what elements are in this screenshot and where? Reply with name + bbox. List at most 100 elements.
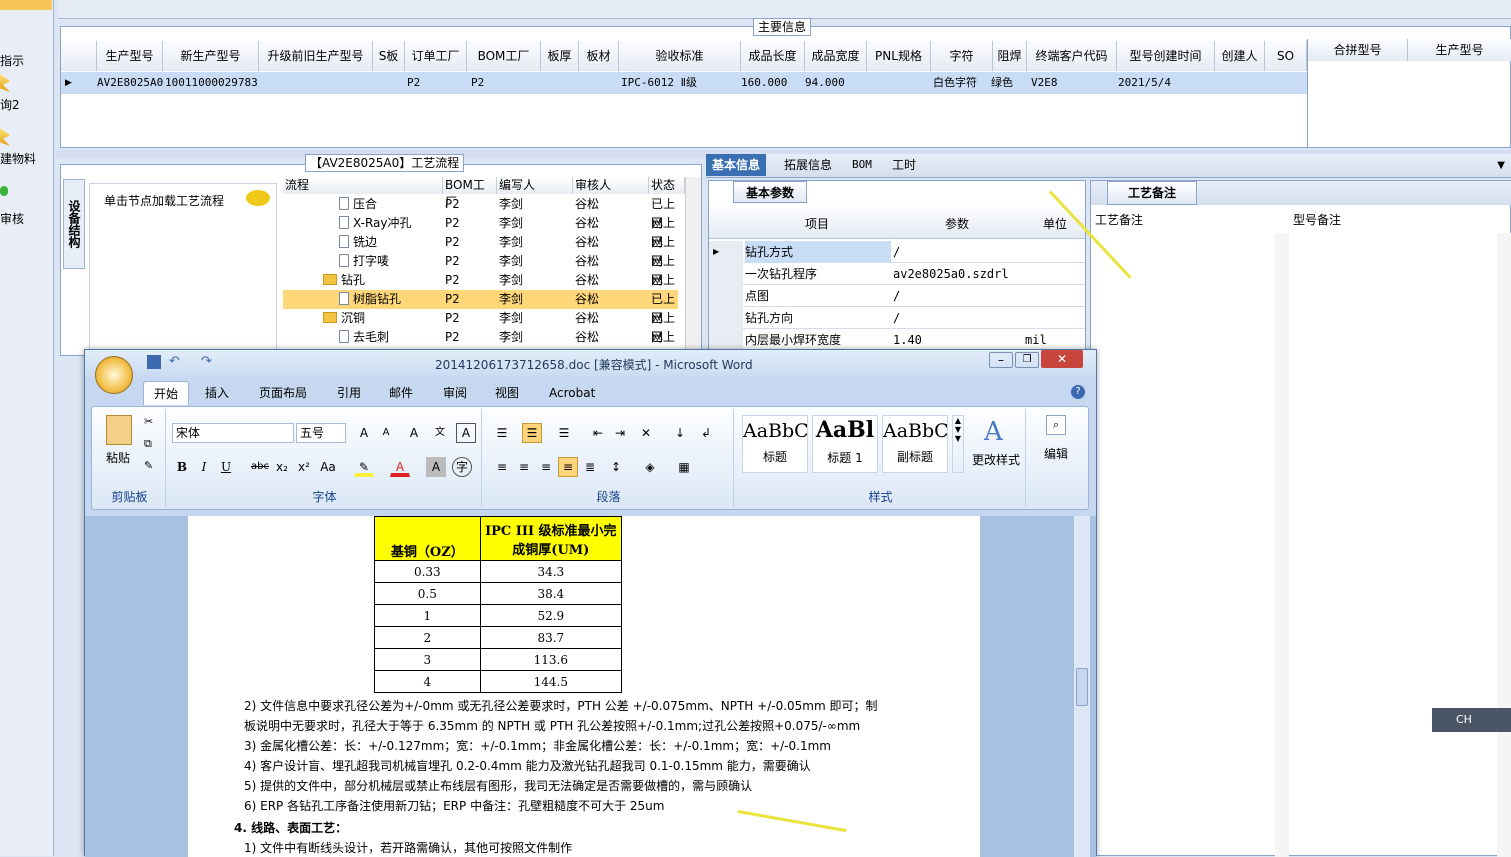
cell-new-model[interactable]: 10011000029783 [165,72,258,94]
param-row[interactable]: 钻孔方向 / [709,307,1085,329]
cell-item[interactable]: 钻孔方向 [745,307,793,329]
tree-row[interactable]: 压合 P2 李剑 谷松 已上网 [283,195,678,230]
tab-home[interactable]: 开始 [143,381,190,405]
col-header[interactable]: 单位 [1043,215,1067,232]
restore-button[interactable]: ❐ [1015,352,1039,368]
enclose-char-icon[interactable]: 字 [452,457,472,477]
bullets-icon[interactable]: ☰ [492,423,512,443]
col-header[interactable]: 成品宽度 [805,41,867,71]
numbering-icon[interactable]: ☰ [522,423,542,443]
align-center-icon[interactable]: ≡ [514,457,534,477]
subscript-icon[interactable]: x₂ [272,457,292,477]
tree-row[interactable]: 去毛刺P2李剑谷松已上网 [283,328,678,355]
cell-item[interactable]: 钻孔方式 [745,241,891,263]
col-header[interactable]: 新生产型号 [163,41,259,71]
redo-icon[interactable]: ↷ [201,354,212,369]
document-page[interactable]: 基铜（OZ） IPC III 级标准最小完成铜厚(UM) 0.33 34.3 0.5… [188,516,980,857]
col-header[interactable]: 阻焊 [993,41,1027,71]
cell-width[interactable]: 94.000 [805,72,845,94]
col-header[interactable]: 板厚 [541,41,579,71]
col-header[interactable]: S板 [373,41,405,71]
col-header[interactable]: 编写人 [497,177,573,194]
col-header[interactable]: 创建人 [1215,41,1265,71]
col-header[interactable]: 流程 [283,177,443,194]
col-header[interactable]: 项目 [805,215,829,232]
cell-unit[interactable]: mil [1025,329,1047,351]
param-row[interactable]: 点图 / [709,285,1085,307]
change-case-icon[interactable]: Aa [318,457,338,477]
scrollbar[interactable] [1275,233,1289,857]
style-heading1[interactable]: AaBl 标题 1 [812,415,878,473]
font-size-select[interactable]: 五号 [296,423,346,443]
line-spacing-icon[interactable]: ↕ [606,457,626,477]
font-name-select[interactable]: 宋体 [172,423,294,443]
tab-process-remark[interactable]: 工艺备注 [1107,181,1198,205]
cell-model[interactable]: AV2E8025A0 [97,72,163,94]
font-color-icon[interactable]: A [390,457,410,477]
tab-review[interactable]: 审阅 [433,381,477,405]
cell-item[interactable]: 内层最小焊环宽度 [745,329,841,351]
cell-order-factory[interactable]: P2 [407,72,420,94]
increase-indent-icon[interactable]: ⇥ [610,423,630,443]
col-header[interactable]: 终端客户代码 [1027,41,1117,71]
param-row[interactable]: ▶ 钻孔方式 / [709,241,1085,263]
side-tab-device[interactable]: 设备结构 [63,179,85,269]
cell-solder-mask[interactable]: 绿色 [991,72,1013,94]
borders-icon[interactable]: ▦ [674,457,694,477]
cell-length[interactable]: 160.000 [741,72,787,94]
cell-value[interactable]: / [893,285,900,307]
tab-layout[interactable]: 页面布局 [249,381,317,405]
multilevel-list-icon[interactable]: ☰ [554,423,574,443]
col-header[interactable]: PNL规格 [867,41,931,71]
col-header[interactable]: 状态 [649,177,685,194]
nav-item-instruction[interactable]: 指示 [0,30,52,80]
table-row[interactable]: ▶ AV2E8025A0 10011000029783 P2 P2 IPC-60… [61,72,1307,94]
cell-value[interactable]: 1.40 [893,329,922,351]
close-button[interactable]: ✕ [1041,350,1083,368]
paste-label[interactable]: 粘贴 [106,449,130,466]
tree-row[interactable]: 铣边 P2 李剑 谷松 已上网 [283,233,678,268]
office-button[interactable] [95,356,133,394]
strikethrough-icon[interactable]: abc [250,457,270,477]
nav-item-review[interactable]: 审核 [0,186,52,236]
change-styles-icon[interactable]: A [984,417,1003,447]
tree-row[interactable]: 树脂钻孔 P2 李剑 谷松 已上网 [283,290,678,325]
cell-value[interactable]: / [893,241,900,263]
tab-references[interactable]: 引用 [327,381,371,405]
char-shading-icon[interactable]: A [426,457,446,477]
col-header[interactable]: 字符 [931,41,993,71]
justify-icon[interactable]: ≡ [558,457,578,477]
scroll-thumb[interactable] [1076,668,1088,706]
cell-bom-factory[interactable]: P2 [471,72,484,94]
grow-font-icon[interactable]: A [354,423,374,443]
cell-customer-code[interactable]: V2E8 [1031,72,1058,94]
change-styles-label[interactable]: 更改样式 [972,451,1020,468]
tab-bom[interactable]: BOM [846,154,878,176]
cell-acceptance[interactable]: IPC-6012 Ⅱ级 [621,72,697,94]
bold-icon[interactable]: B [172,457,192,477]
tab-insert[interactable]: 插入 [195,381,239,405]
tab-acrobat[interactable]: Acrobat [539,381,605,405]
help-icon[interactable]: ? [1071,385,1085,399]
tree-scrollbar[interactable] [685,177,701,355]
cell-item[interactable]: 点图 [745,285,769,307]
vertical-scrollbar[interactable] [1073,516,1090,857]
col-header[interactable]: 审核人 [573,177,649,194]
tree-row[interactable]: 沉铜 P2 李剑 谷松 已上网 [283,309,678,344]
style-subtitle[interactable]: AaBbC 副标题 [882,415,948,473]
asian-layout-icon[interactable]: ✕ [636,423,656,443]
highlight-icon[interactable]: ✎ [354,457,374,477]
save-icon[interactable] [147,355,161,369]
phonetic-icon[interactable]: 文 [430,423,450,443]
tree-row[interactable]: X-Ray冲孔 P2 李剑 谷松 已上网 [283,214,678,249]
tab-mailings[interactable]: 邮件 [379,381,423,405]
col-header[interactable]: BOM工厂 [443,177,497,209]
col-header[interactable]: 参数 [945,215,969,232]
cell-value[interactable]: av2e8025a0.szdrl [893,263,1009,285]
param-row[interactable]: 内层最小焊环宽度 1.40 mil [709,329,1085,351]
dropdown-arrow-icon[interactable]: ▼ [1497,160,1505,171]
col-header[interactable]: SO [1265,41,1307,71]
underline-icon[interactable]: U [216,457,236,477]
nav-item-create-material[interactable]: 建物料 [0,128,52,178]
tab-basic-params[interactable]: 基本参数 [733,181,808,203]
